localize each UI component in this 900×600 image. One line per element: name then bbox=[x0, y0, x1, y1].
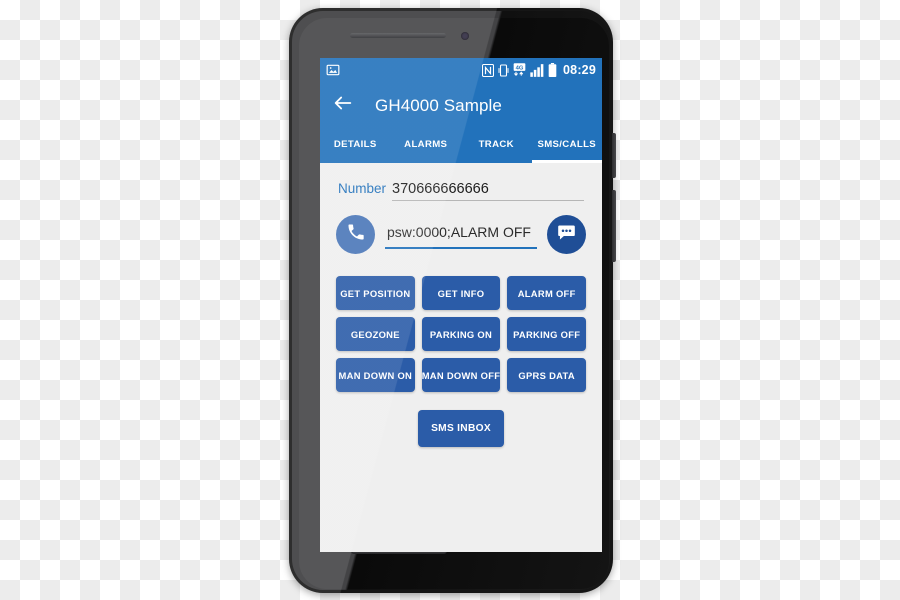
volume-button[interactable] bbox=[612, 190, 616, 262]
status-bar-clock: 08:29 bbox=[563, 63, 596, 77]
sms-command-row bbox=[320, 201, 602, 254]
power-button[interactable] bbox=[612, 133, 616, 178]
nfc-icon bbox=[482, 63, 495, 77]
4g-data-icon: 4G bbox=[513, 63, 526, 77]
alarm-off-button[interactable]: ALARM OFF bbox=[507, 276, 586, 310]
front-camera bbox=[461, 32, 469, 40]
phone-inner-shell: 4G 08:29 GH4000 Sample DETAILS ALARMS TR… bbox=[292, 11, 610, 590]
number-field-row: Number bbox=[320, 163, 602, 201]
canvas: 4G 08:29 GH4000 Sample DETAILS ALARMS TR… bbox=[0, 0, 900, 600]
page-title: GH4000 Sample bbox=[375, 95, 502, 115]
status-bar: 4G 08:29 bbox=[320, 58, 602, 82]
command-button-grid: GET POSITION GET INFO ALARM OFF GEOZONE … bbox=[336, 276, 586, 392]
phone-bezel: 4G 08:29 GH4000 Sample DETAILS ALARMS TR… bbox=[299, 18, 609, 589]
parking-off-button[interactable]: PARKING OFF bbox=[507, 317, 586, 351]
number-label: Number bbox=[338, 181, 387, 196]
gprs-data-button[interactable]: GPRS DATA bbox=[507, 358, 586, 392]
chat-bubble-icon bbox=[556, 222, 577, 248]
sms-inbox-button[interactable]: SMS INBOX bbox=[418, 410, 504, 447]
call-button[interactable] bbox=[336, 215, 375, 254]
content-area: Number 370666666666 psw:0000;ALARM OFF G… bbox=[320, 163, 602, 552]
vibrate-icon bbox=[498, 63, 509, 77]
tab-alarms[interactable]: ALARMS bbox=[391, 139, 462, 150]
tab-sms-calls[interactable]: SMS/CALLS bbox=[532, 139, 603, 150]
battery-icon bbox=[548, 63, 557, 77]
back-arrow-icon[interactable] bbox=[332, 92, 354, 119]
number-input[interactable] bbox=[392, 181, 584, 201]
tab-details[interactable]: DETAILS bbox=[320, 139, 391, 150]
man-down-off-button[interactable]: MAN DOWN OFF bbox=[421, 358, 501, 392]
tab-track[interactable]: TRACK bbox=[461, 139, 532, 150]
app-bar: GH4000 Sample bbox=[320, 82, 602, 129]
parking-on-button[interactable]: PARKING ON bbox=[421, 317, 501, 351]
phone-device: 4G 08:29 GH4000 Sample DETAILS ALARMS TR… bbox=[289, 8, 616, 593]
sms-input-wrapper bbox=[385, 218, 537, 251]
send-sms-button[interactable] bbox=[547, 215, 586, 254]
sms-inbox-row: SMS INBOX bbox=[320, 410, 602, 447]
image-gallery-icon bbox=[326, 63, 340, 77]
phone-handset-icon bbox=[346, 222, 366, 247]
phone-screen: 4G 08:29 GH4000 Sample DETAILS ALARMS TR… bbox=[320, 58, 602, 552]
man-down-on-button[interactable]: MAN DOWN ON bbox=[336, 358, 415, 392]
signal-bars-icon bbox=[530, 63, 544, 77]
get-info-button[interactable]: GET INFO bbox=[421, 276, 501, 310]
tab-bar: DETAILS ALARMS TRACK SMS/CALLS bbox=[320, 129, 602, 160]
status-bar-left bbox=[326, 63, 340, 77]
svg-text:4G: 4G bbox=[516, 65, 524, 71]
status-bar-right: 4G 08:29 bbox=[482, 63, 596, 77]
sms-command-input[interactable] bbox=[385, 218, 537, 249]
earpiece-speaker bbox=[350, 33, 446, 38]
get-position-button[interactable]: GET POSITION bbox=[336, 276, 415, 310]
geozone-button[interactable]: GEOZONE bbox=[336, 317, 415, 351]
